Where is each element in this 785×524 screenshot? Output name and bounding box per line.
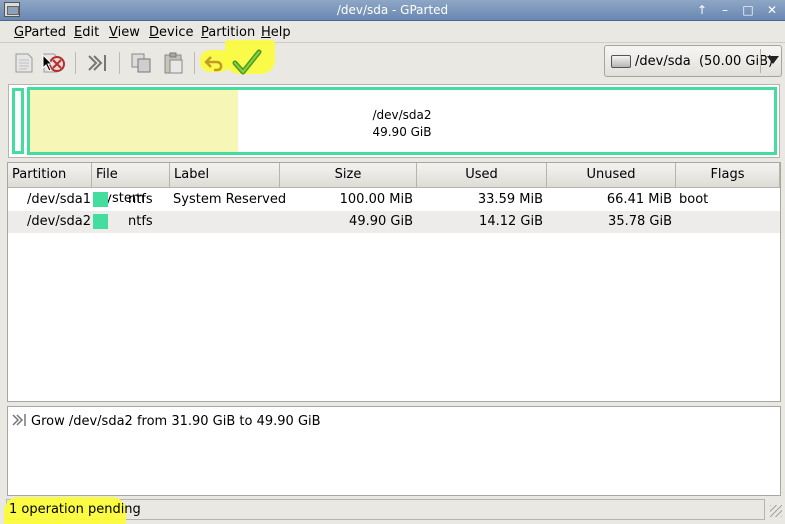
partition-table: Partition File System Label Size Used Un… (7, 162, 781, 402)
menu-device-mnemonic: D (149, 25, 160, 40)
cell-unused: 35.78 GiB (608, 214, 672, 229)
column-header-used[interactable]: Used (417, 163, 547, 188)
cell-unused: 66.41 MiB (606, 192, 672, 207)
column-header-label[interactable]: Label (170, 163, 280, 188)
disk-map: /dev/sda2 49.90 GiB (8, 84, 780, 158)
status-bar: 1 operation pending (0, 497, 785, 524)
cell-label: System Reserved (173, 192, 287, 207)
table-row[interactable]: /dev/sda2 ntfs 49.90 GiB 14.12 GiB 35.78… (8, 211, 780, 233)
cell-partition: /dev/sda2 (27, 214, 91, 229)
cell-file-system: ntfs (128, 214, 153, 229)
paste-icon[interactable] (162, 51, 186, 75)
cell-size: 49.90 GiB (349, 214, 413, 229)
column-header-file-system[interactable]: File System (92, 163, 170, 206)
dropdown-arrow-icon[interactable] (767, 56, 779, 64)
menu-gparted[interactable]: GParted (14, 25, 66, 40)
mouse-cursor-icon (42, 54, 54, 72)
status-text: 1 operation pending (9, 502, 141, 517)
menu-gparted-label: Parted (24, 25, 66, 40)
device-size: (50.00 GiB) (698, 54, 774, 69)
disk-map-partition-size: 49.90 GiB (372, 125, 432, 139)
window-maximize-button[interactable]: □ (738, 2, 758, 18)
window-raise-button[interactable]: ↑ (692, 2, 712, 18)
copy-icon[interactable] (130, 52, 154, 74)
window-minimize-button[interactable]: – (715, 2, 735, 18)
resize-move-icon (12, 414, 26, 426)
disk-map-partition-sda2[interactable]: /dev/sda2 49.90 GiB (27, 87, 777, 155)
menu-edit-mnemonic: E (74, 25, 83, 40)
disk-map-partition-name: /dev/sda2 (372, 108, 432, 122)
menu-device-label: evice (159, 25, 194, 40)
menu-gparted-mnemonic: G (14, 25, 25, 40)
device-selector-label: /dev/sda (50.00 GiB) (635, 54, 773, 69)
menu-bar: GParted Edit View Device Partition Help (0, 21, 785, 43)
menu-view-label: iew (117, 25, 140, 40)
menu-view-mnemonic: V (109, 25, 118, 40)
pending-operations-list: Grow /dev/sda2 from 31.90 GiB to 49.90 G… (7, 406, 781, 496)
fs-color-swatch (93, 192, 108, 207)
apply-icon[interactable] (232, 48, 262, 76)
cell-used: 33.59 MiB (477, 192, 543, 207)
device-selector[interactable]: /dev/sda (50.00 GiB) (604, 45, 782, 77)
column-header-size[interactable]: Size (280, 163, 417, 188)
cell-partition: /dev/sda1 (27, 192, 91, 207)
menu-device[interactable]: Device (149, 25, 193, 40)
menu-partition[interactable]: Partition (201, 25, 255, 40)
table-row[interactable]: /dev/sda1 ntfs System Reserved 100.00 Mi… (8, 189, 780, 211)
column-header-flags[interactable]: Flags (676, 163, 780, 188)
device-name: /dev/sda (635, 54, 691, 69)
menu-help[interactable]: Help (261, 25, 291, 40)
column-header-unused[interactable]: Unused (547, 163, 676, 188)
resize-grip-icon[interactable] (770, 505, 782, 517)
menu-help-mnemonic: H (261, 25, 271, 40)
pending-operation-item[interactable]: Grow /dev/sda2 from 31.90 GiB to 49.90 G… (31, 414, 321, 429)
cell-file-system: ntfs (128, 192, 153, 207)
menu-help-label: elp (270, 25, 291, 40)
window-close-button[interactable]: ✕ (762, 2, 782, 18)
toolbar-separator (194, 52, 195, 74)
toolbar-separator (75, 52, 76, 74)
window-title: /dev/sda - GParted (336, 3, 449, 17)
cell-flags: boot (679, 192, 709, 207)
hard-drive-icon (611, 55, 631, 68)
menu-edit-label: dit (82, 25, 100, 40)
title-bar: /dev/sda - GParted ↑ – □ ✕ (0, 0, 785, 21)
device-selector-divider (760, 49, 761, 73)
column-header-partition[interactable]: Partition (8, 163, 92, 188)
undo-icon[interactable] (203, 52, 227, 74)
disk-map-partition-sda1[interactable] (12, 88, 24, 154)
menu-edit[interactable]: Edit (74, 25, 99, 40)
cell-used: 14.12 GiB (479, 214, 543, 229)
cell-size: 100.00 MiB (339, 192, 413, 207)
toolbar-separator (119, 52, 120, 74)
menu-view[interactable]: View (109, 25, 140, 40)
resize-move-icon[interactable] (86, 52, 110, 74)
menu-partition-label: artition (208, 25, 256, 40)
new-icon[interactable] (13, 52, 35, 74)
fs-color-swatch (93, 214, 108, 229)
